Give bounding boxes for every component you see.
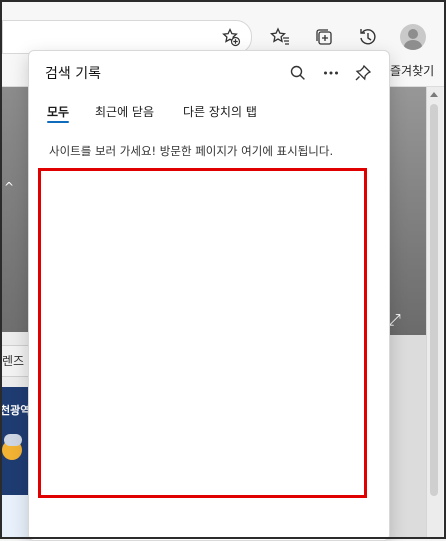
history-panel: 검색 기록 모두 최근에 닫음 다른 장치의 탭 사이트를 보러 가세요! 방문… (28, 50, 390, 541)
empty-history-message: 사이트를 보러 가세요! 방문한 페이지가 여기에 표시됩니다. (49, 144, 334, 158)
chevron-up-icon[interactable]: ^ (4, 180, 14, 194)
tab-all[interactable]: 모두 (47, 103, 70, 123)
collections-icon[interactable] (312, 25, 336, 49)
history-panel-title: 검색 기록 (45, 66, 101, 82)
search-icon[interactable] (285, 60, 311, 86)
star-add-icon[interactable] (221, 27, 241, 47)
favorites-icon[interactable] (268, 25, 292, 49)
favorites-bar-label[interactable]: 즐겨찾기 (390, 62, 434, 79)
profile-avatar[interactable] (400, 24, 426, 50)
pin-icon[interactable] (350, 60, 376, 86)
history-icon[interactable] (356, 25, 380, 49)
tab-recently-closed[interactable]: 최근에 닫음 (95, 103, 154, 120)
more-icon[interactable] (318, 60, 344, 86)
scroll-up-arrow[interactable] (430, 92, 438, 97)
background-image-left (2, 87, 28, 332)
address-bar[interactable] (2, 20, 252, 54)
highlight-box (38, 168, 367, 498)
background-page-lower (2, 495, 28, 537)
background-tab-text: 렌즈 (2, 354, 25, 368)
weather-cloud-icon (4, 434, 22, 446)
scroll-thumb[interactable] (430, 104, 438, 496)
weather-location-text: 천광역 (0, 404, 31, 417)
background-image-right (388, 87, 426, 335)
tab-other-devices[interactable]: 다른 장치의 탭 (183, 103, 257, 120)
